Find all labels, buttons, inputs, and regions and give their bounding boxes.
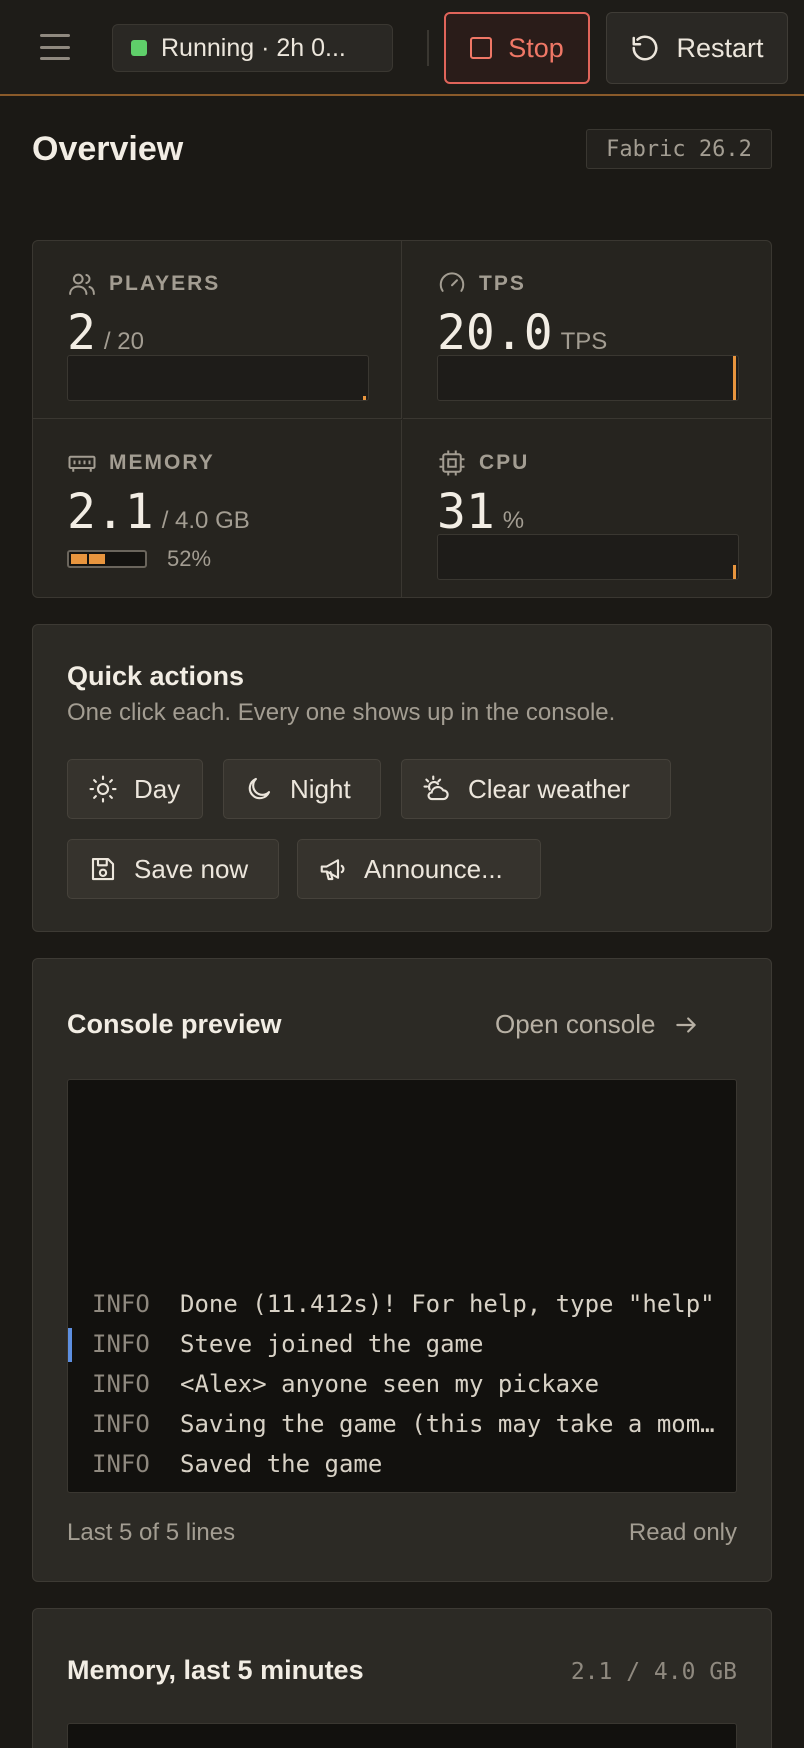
log-level: INFO [92, 1410, 150, 1438]
status-text: Running · 2h 0... [161, 33, 346, 62]
quick-actions-title: Quick actions [67, 661, 245, 691]
night-button[interactable]: Night [223, 759, 381, 819]
tps-label: TPS [479, 272, 526, 295]
log-message: Saving the game (this may take a moment!… [180, 1410, 716, 1438]
log-line: INFO Done (11.412s)! For help, type "hel… [68, 1286, 736, 1322]
restart-button[interactable]: Restart [606, 12, 788, 84]
stop-icon [470, 37, 493, 59]
cpu-unit: % [502, 507, 525, 534]
stats-grid: PLAYERS 2 / 20 TPS 20.0 TPS MEMORY 2.1 /… [32, 240, 772, 598]
cpu-icon [439, 450, 465, 476]
quick-actions-subtitle: One click each. Every one shows up in th… [67, 699, 616, 726]
tps-sparkline [437, 355, 739, 401]
sun-cloud-icon [423, 775, 449, 801]
save-now-label: Save now [134, 853, 249, 884]
restart-label: Restart [676, 32, 764, 63]
console-preview-title: Console preview [67, 1009, 282, 1039]
memory-label: MEMORY [109, 451, 215, 474]
sun-icon [89, 775, 117, 803]
page-title: Overview [32, 130, 184, 168]
log-highlight-marker [68, 1328, 72, 1362]
cpu-stat: CPU 31 % [403, 420, 771, 597]
toolbar-divider [427, 30, 429, 66]
tps-value: 20.0 [437, 305, 553, 361]
console-output: INFO Done (11.412s)! For help, type "hel… [67, 1079, 737, 1493]
memory-unit: / 4.0 GB [161, 507, 250, 534]
log-line: INFO Steve joined the game [68, 1326, 736, 1362]
announce-label: Announce... [364, 853, 503, 884]
menu-icon[interactable] [38, 30, 72, 64]
stop-label: Stop [508, 32, 564, 63]
log-message: Done (11.412s)! For help, type "help" [180, 1290, 715, 1318]
log-message: Steve joined the game [180, 1330, 484, 1358]
players-value: 2 [67, 305, 96, 361]
memory-chip-icon [68, 455, 96, 472]
megaphone-icon [320, 859, 345, 881]
clear-weather-button[interactable]: Clear weather [401, 759, 671, 819]
day-label: Day [134, 773, 181, 804]
console-preview-card: Console preview Open console INFO Done (… [32, 958, 772, 1582]
log-level: INFO [92, 1330, 150, 1358]
log-message: Saved the game [180, 1450, 383, 1478]
cpu-value: 31 [437, 484, 495, 540]
log-line: INFO <Alex> anyone seen my pickaxe [68, 1366, 736, 1402]
players-sparkline [67, 355, 369, 401]
tps-stat: TPS 20.0 TPS [403, 241, 771, 419]
save-icon [91, 857, 115, 881]
memory-stat: MEMORY 2.1 / 4.0 GB 52% [33, 420, 402, 597]
memory-history-chart [67, 1723, 737, 1748]
log-level: INFO [92, 1370, 150, 1398]
cpu-sparkline [437, 534, 739, 580]
log-message: <Alex> anyone seen my pickaxe [180, 1370, 600, 1398]
users-icon [69, 273, 95, 295]
save-now-button[interactable]: Save now [67, 839, 279, 899]
open-console-link[interactable]: Open console [495, 1009, 699, 1040]
players-stat: PLAYERS 2 / 20 [33, 241, 402, 419]
log-line: INFO Saving the game (this may take a mo… [68, 1406, 736, 1442]
gauge-icon [439, 272, 465, 292]
day-button[interactable]: Day [67, 759, 203, 819]
restart-icon [632, 35, 658, 61]
arrow-right-icon [676, 1016, 697, 1033]
players-unit: / 20 [103, 328, 144, 355]
quick-actions-card: Quick actions One click each. Every one … [32, 624, 772, 932]
log-level: INFO [92, 1450, 150, 1478]
status-dot-icon [131, 40, 147, 56]
cpu-label: CPU [479, 451, 530, 474]
moon-icon [248, 777, 271, 800]
tps-unit: TPS [560, 328, 608, 355]
announce-button[interactable]: Announce... [297, 839, 541, 899]
console-read-only: Read only [628, 1519, 737, 1546]
clear-weather-label: Clear weather [468, 773, 630, 804]
memory-percent: 52% [167, 546, 212, 571]
stop-button[interactable]: Stop [444, 12, 590, 84]
memory-history-card: Memory, last 5 minutes 2.1 / 4.0 GB [32, 1608, 772, 1748]
open-console-label: Open console [495, 1009, 656, 1039]
memory-history-summary: 2.1 / 4.0 GB [570, 1659, 737, 1685]
memory-usage-bar [67, 550, 147, 568]
console-line-count: Last 5 of 5 lines [67, 1519, 236, 1546]
memory-value: 2.1 [67, 484, 154, 540]
players-label: PLAYERS [109, 272, 221, 295]
server-status[interactable]: Running · 2h 0... [112, 24, 393, 72]
memory-history-title: Memory, last 5 minutes [67, 1655, 364, 1685]
version-badge: Fabric 26.2 [586, 129, 772, 169]
log-level: INFO [92, 1290, 150, 1318]
top-bar: Running · 2h 0... Stop Restart [0, 0, 804, 96]
log-line: INFO Saved the game [68, 1446, 736, 1482]
night-label: Night [290, 773, 351, 804]
